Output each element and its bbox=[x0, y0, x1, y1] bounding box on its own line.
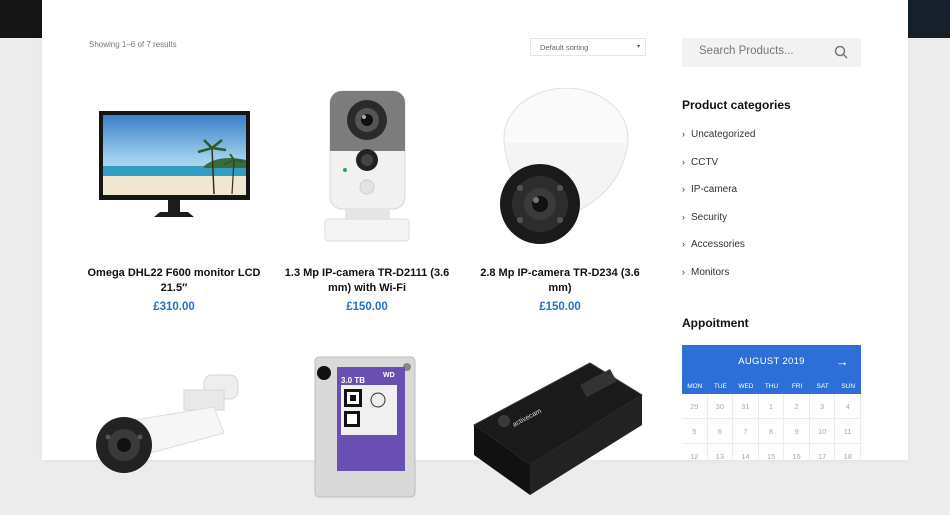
chevron-right-icon: › bbox=[682, 211, 685, 222]
calendar-day[interactable]: 8 bbox=[758, 419, 785, 444]
calendar-day[interactable]: 11 bbox=[835, 419, 861, 444]
calendar-weekdays: MON TUE WED THU FRI SAT SUN bbox=[682, 379, 861, 394]
chevron-right-icon: › bbox=[682, 239, 685, 250]
header-band-left bbox=[0, 0, 42, 38]
weekday-label: SUN bbox=[841, 383, 856, 390]
chevron-right-icon: › bbox=[682, 156, 685, 167]
category-item[interactable]: › Uncategorized bbox=[682, 129, 755, 157]
calendar-header: AUGUST 2019 → bbox=[682, 345, 861, 379]
product-image-cube-camera[interactable] bbox=[277, 88, 457, 248]
category-item[interactable]: › Monitors bbox=[682, 267, 755, 295]
weekday-label: THU bbox=[764, 383, 779, 390]
calendar-day[interactable]: 14 bbox=[733, 444, 759, 469]
category-item[interactable]: › Security bbox=[682, 212, 755, 240]
product-title[interactable]: 2.8 Mp IP-camera TR-D234 (3.6 mm) bbox=[470, 266, 650, 296]
appointment-calendar: AUGUST 2019 → MON TUE WED THU FRI SAT SU… bbox=[682, 345, 861, 469]
calendar-day[interactable]: 4 bbox=[835, 394, 861, 419]
calendar-day[interactable]: 12 bbox=[682, 444, 708, 469]
calendar-day[interactable]: 13 bbox=[707, 444, 734, 469]
category-list: › Uncategorized › CCTV › IP-camera › Securit… bbox=[682, 129, 755, 295]
appointment-title: Appoitment bbox=[682, 316, 749, 330]
category-item[interactable]: › Accessories bbox=[682, 239, 755, 267]
calendar-day[interactable]: 1 bbox=[758, 394, 785, 419]
category-label[interactable]: Accessories bbox=[691, 239, 745, 250]
product-price: £150.00 bbox=[346, 301, 388, 313]
calendar-day[interactable]: 10 bbox=[809, 419, 836, 444]
hdd-capacity: 3.0 TB bbox=[341, 376, 365, 385]
weekday-label: WED bbox=[738, 383, 754, 390]
calendar-day[interactable]: 29 bbox=[682, 394, 708, 419]
result-count: Showing 1–6 of 7 results bbox=[89, 40, 177, 49]
calendar-day[interactable]: 18 bbox=[835, 444, 861, 469]
product-title[interactable]: Omega DHL22 F600 monitor LCD 21.5″ bbox=[84, 266, 264, 296]
category-label[interactable]: Monitors bbox=[691, 267, 729, 278]
product-image-hard-drive[interactable]: 3.0 TB WD bbox=[277, 355, 457, 515]
chevron-right-icon: › bbox=[682, 184, 685, 195]
category-label[interactable]: Uncategorized bbox=[691, 129, 755, 140]
calendar-day[interactable]: 2 bbox=[784, 394, 810, 419]
chevron-down-icon: ▾ bbox=[636, 44, 640, 50]
weekday-label: TUE bbox=[713, 383, 727, 390]
product-price: £310.00 bbox=[153, 301, 195, 313]
category-label[interactable]: Security bbox=[691, 212, 727, 223]
calendar-day[interactable]: 30 bbox=[707, 394, 734, 419]
category-label[interactable]: CCTV bbox=[691, 157, 718, 168]
hdd-brand: WD bbox=[383, 372, 395, 379]
calendar-month: AUGUST 2019 bbox=[738, 356, 805, 367]
search-placeholder: Search Products... bbox=[699, 45, 794, 57]
calendar-day[interactable]: 15 bbox=[758, 444, 785, 469]
calendar-grid: 29 30 31 1 2 3 4 5 6 7 8 9 10 11 12 13 14 15 16 17 18 bbox=[682, 394, 861, 469]
chevron-right-icon: › bbox=[682, 129, 685, 139]
product-image-monitor[interactable] bbox=[84, 88, 264, 248]
search-icon[interactable] bbox=[834, 45, 848, 59]
product-image-poe-adapter[interactable]: activecam bbox=[470, 355, 650, 515]
calendar-day[interactable]: 17 bbox=[809, 444, 836, 469]
weekday-label: SAT bbox=[816, 383, 829, 390]
weekday-label: MON bbox=[687, 383, 703, 390]
product-title[interactable]: 1.3 Mp IP-camera TR-D2111 (3.6 mm) with … bbox=[277, 266, 457, 296]
product-price: £150.00 bbox=[539, 301, 581, 313]
categories-title: Product categories bbox=[682, 98, 791, 112]
chevron-right-icon: › bbox=[682, 266, 685, 277]
calendar-day[interactable]: 16 bbox=[784, 444, 810, 469]
product-image-bullet-camera[interactable] bbox=[84, 355, 264, 515]
category-label[interactable]: IP-camera bbox=[691, 184, 737, 195]
category-item[interactable]: › CCTV bbox=[682, 157, 755, 185]
sort-select[interactable]: Default sorting ▾ bbox=[530, 38, 646, 56]
calendar-day[interactable]: 31 bbox=[733, 394, 759, 419]
shop-page: Showing 1–6 of 7 results Default sorting… bbox=[42, 0, 908, 498]
calendar-day[interactable]: 5 bbox=[682, 419, 708, 444]
calendar-day[interactable]: 6 bbox=[707, 419, 734, 444]
calendar-day[interactable]: 7 bbox=[733, 419, 759, 444]
sort-selected-value: Default sorting bbox=[540, 43, 589, 52]
weekday-label: FRI bbox=[791, 383, 803, 390]
search-input[interactable]: Search Products... bbox=[682, 38, 861, 67]
product-image-dome-camera[interactable] bbox=[470, 88, 650, 248]
calendar-day[interactable]: 9 bbox=[784, 419, 810, 444]
header-band-right bbox=[908, 0, 950, 38]
arrow-right-icon[interactable]: → bbox=[836, 345, 849, 379]
category-item[interactable]: › IP-camera bbox=[682, 184, 755, 212]
calendar-day[interactable]: 3 bbox=[809, 394, 836, 419]
